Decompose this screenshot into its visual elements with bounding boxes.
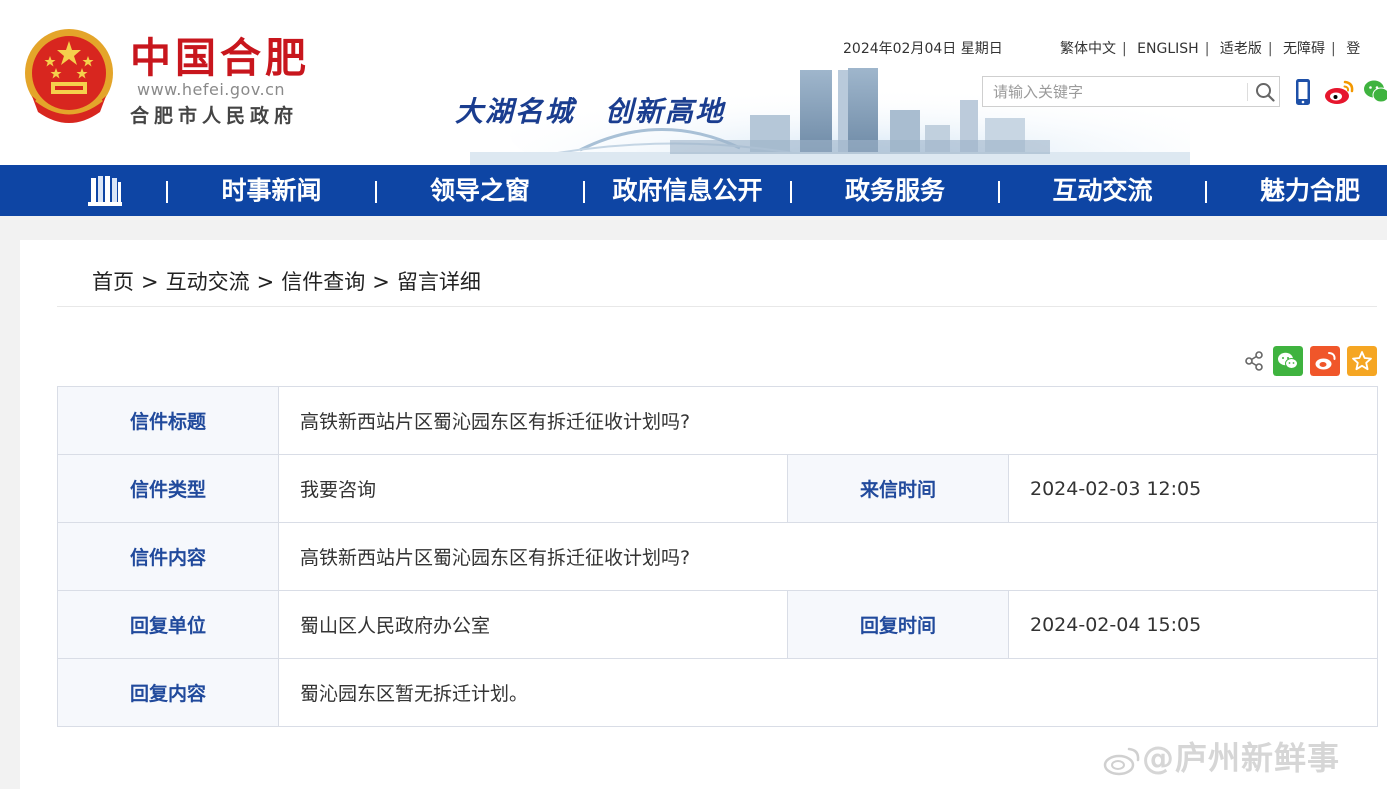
letter-type-value: 我要咨询 (278, 454, 788, 523)
mobile-icon[interactable] (1294, 78, 1312, 106)
table-row: 回复单位 蜀山区人民政府办公室 回复时间 2024-02-04 15:05 (57, 590, 1379, 659)
letter-content-value: 高铁新西站片区蜀沁园东区有拆迁征收计划吗? (277, 522, 1379, 591)
logo-url: www.hefei.gov.cn (137, 80, 286, 99)
reply-unit-value: 蜀山区人民政府办公室 (278, 590, 788, 659)
link-elderly-version[interactable]: 适老版 (1220, 41, 1262, 57)
table-row: 信件类型 我要咨询 来信时间 2024-02-03 12:05 (57, 454, 1379, 523)
logo-subtitle: 合肥市人民政府 (130, 105, 299, 127)
reply-time-value: 2024-02-04 15:05 (1007, 590, 1379, 659)
link-accessibility[interactable]: 无障碍 (1283, 41, 1325, 57)
breadcrumb: 首页 > 互动交流 > 信件查询 > 留言详细 (92, 266, 481, 296)
nav-item-gov-info[interactable]: 政府信息公开 (585, 165, 790, 216)
reply-unit-label: 回复单位 (57, 590, 279, 659)
letter-content-label: 信件内容 (57, 522, 279, 591)
letter-detail-table: 信件标题 高铁新西站片区蜀沁园东区有拆迁征收计划吗? 信件类型 我要咨询 来信时… (57, 386, 1379, 727)
breadcrumb-current: 留言详细 (396, 270, 481, 294)
table-row: 信件内容 高铁新西站片区蜀沁园东区有拆迁征收计划吗? (57, 522, 1379, 591)
breadcrumb-letter-query[interactable]: 信件查询 (281, 270, 365, 294)
received-time-label: 来信时间 (787, 454, 1009, 523)
weibo-share-icon[interactable] (1310, 346, 1340, 376)
favorite-icon[interactable] (1347, 346, 1377, 376)
nav-item-news[interactable]: 时事新闻 (168, 165, 375, 216)
search-box (982, 76, 1280, 107)
nav-item-services[interactable]: 政务服务 (792, 165, 998, 216)
breadcrumb-divider (57, 306, 1377, 307)
nav-item-interaction[interactable]: 互动交流 (1000, 165, 1205, 216)
breadcrumb-separator: > (141, 270, 159, 294)
link-traditional-chinese[interactable]: 繁体中文 (1060, 41, 1116, 57)
search-input[interactable] (993, 81, 1233, 103)
breadcrumb-separator: > (372, 270, 390, 294)
link-login[interactable]: 登 (1346, 41, 1360, 57)
slogan: 大湖名城 创新高地 (455, 95, 726, 128)
search-icon[interactable] (1254, 81, 1276, 103)
reply-time-label: 回复时间 (787, 590, 1009, 659)
watermark-text: @庐州新鲜事 (1142, 739, 1341, 777)
link-english[interactable]: ENGLISH (1137, 41, 1199, 57)
wechat-icon[interactable] (1363, 78, 1387, 106)
weibo-icon[interactable] (1323, 78, 1355, 106)
wechat-share-icon[interactable] (1273, 346, 1303, 376)
reply-content-label: 回复内容 (57, 658, 279, 727)
site-header: 中国合肥 www.hefei.gov.cn 合肥市人民政府 大湖名城 创新高地 … (0, 0, 1387, 165)
table-row: 回复内容 蜀沁园东区暂无拆迁计划。 (57, 658, 1379, 727)
letter-title-value: 高铁新西站片区蜀沁园东区有拆迁征收计划吗? (277, 386, 1379, 455)
breadcrumb-interaction[interactable]: 互动交流 (166, 270, 250, 294)
letter-type-label: 信件类型 (57, 454, 279, 523)
current-date: 2024年02月04日 星期日 (843, 41, 1003, 57)
nav-item-leaders[interactable]: 领导之窗 (377, 165, 583, 216)
breadcrumb-home[interactable]: 首页 (92, 270, 134, 294)
watermark-weibo-icon (1103, 747, 1140, 776)
content-panel: 首页 > 互动交流 > 信件查询 > 留言详细 信件标题 高铁新西站片区蜀沁园东… (20, 240, 1387, 789)
share-icon[interactable] (1244, 346, 1264, 376)
home-icon[interactable] (86, 174, 124, 208)
letter-title-label: 信件标题 (57, 386, 279, 455)
table-row: 信件标题 高铁新西站片区蜀沁园东区有拆迁征收计划吗? (57, 386, 1379, 455)
logo-title: 中国合肥 (130, 34, 310, 82)
main-nav: 时事新闻 领导之窗 政府信息公开 政务服务 互动交流 魅力合肥 (0, 165, 1387, 216)
received-time-value: 2024-02-03 12:05 (1007, 454, 1379, 523)
nav-item-charm-hefei[interactable]: 魅力合肥 (1207, 165, 1387, 216)
top-links: 繁体中文 | ENGLISH | 适老版 | 无障碍 | 登 (1060, 41, 1361, 57)
weibo-watermark: @庐州新鲜事 (1102, 733, 1340, 779)
national-emblem-icon (25, 29, 113, 123)
reply-content-value: 蜀沁园东区暂无拆迁计划。 (277, 658, 1379, 727)
breadcrumb-separator: > (256, 270, 275, 294)
search-divider (1247, 83, 1248, 101)
